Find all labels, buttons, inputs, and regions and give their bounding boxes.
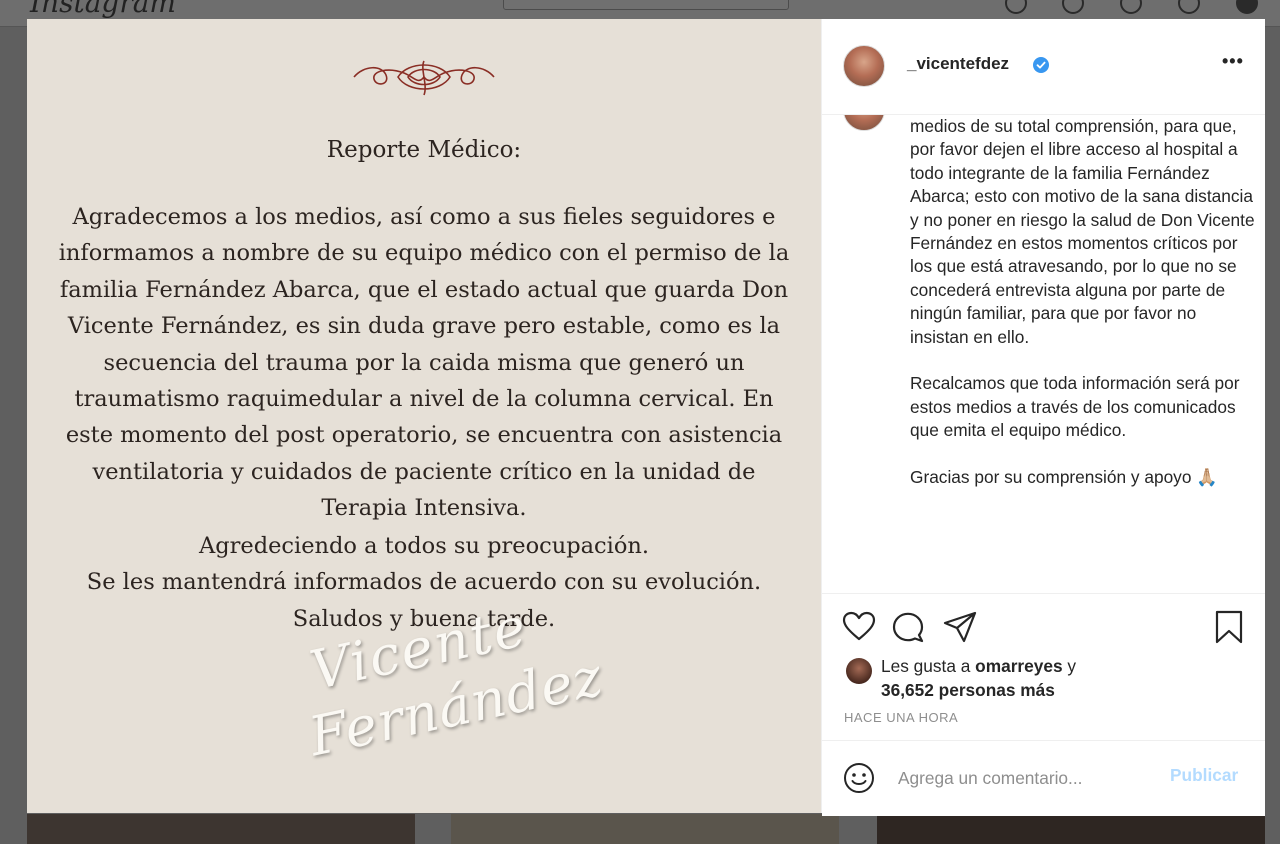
likes-summary: Les gusta a omarreyes y 36,652 personas … — [881, 654, 1076, 702]
comment-input[interactable] — [896, 761, 1160, 795]
author-avatar[interactable] — [843, 45, 885, 87]
post-caption: medios de su total comprensión, para que… — [910, 115, 1255, 513]
post-actions: Les gusta a omarreyes y 36,652 personas … — [822, 593, 1265, 816]
background-search-box — [503, 0, 789, 10]
emoji-icon[interactable] — [842, 761, 876, 795]
comment-bar: Publicar — [822, 740, 1265, 817]
more-options-icon[interactable]: ••• — [1222, 51, 1244, 72]
profile-avatar — [1236, 0, 1258, 14]
report-body: Agradecemos a los medios, así como a sus… — [58, 204, 790, 522]
messages-icon — [1062, 0, 1084, 14]
closing-line: Agredeciendo a todos su preocupación. — [198, 533, 650, 559]
likes-prefix: Les gusta a — [881, 656, 976, 676]
post-modal: Reporte Médico: Agradecemos a los medios… — [27, 19, 1265, 816]
caption-author-avatar[interactable] — [843, 115, 885, 131]
home-icon — [1005, 0, 1027, 14]
liker-avatar[interactable] — [846, 658, 872, 684]
caption-paragraph: Recalcamos que toda información será por… — [910, 373, 1240, 441]
publish-button[interactable]: Publicar — [1170, 765, 1238, 786]
handwritten-signature: Vicente Fernández — [289, 587, 609, 807]
activity-icon — [1178, 0, 1200, 14]
caption-paragraph: Gracias por su comprensión y apoyo 🙏🏼 — [910, 467, 1218, 488]
caption-scroll-area[interactable]: medios de su total comprensión, para que… — [822, 115, 1265, 593]
post-timestamp[interactable]: HACE UNA HORA — [844, 710, 958, 725]
share-icon[interactable] — [943, 610, 977, 644]
post-image: Reporte Médico: Agradecemos a los medios… — [27, 19, 821, 813]
instagram-logo: Instagram — [30, 0, 176, 19]
post-sidebar: _vicentefdez ••• medios de su total comp… — [821, 19, 1265, 816]
post-header: _vicentefdez ••• — [822, 19, 1265, 115]
likes-connector: y — [1062, 656, 1077, 676]
comment-icon[interactable] — [891, 610, 925, 644]
author-username[interactable]: _vicentefdez — [907, 54, 1009, 74]
verified-badge-icon — [1033, 57, 1049, 73]
likes-count[interactable]: 36,652 personas más — [881, 680, 1055, 700]
liker-username[interactable]: omarreyes — [975, 656, 1062, 676]
explore-icon — [1120, 0, 1142, 14]
bookmark-icon[interactable] — [1212, 610, 1246, 644]
report-title: Reporte Médico: — [326, 137, 522, 163]
ornament-icon — [353, 60, 495, 96]
caption-paragraph: medios de su total comprensión, para que… — [910, 116, 1255, 347]
heart-icon[interactable] — [842, 610, 876, 644]
